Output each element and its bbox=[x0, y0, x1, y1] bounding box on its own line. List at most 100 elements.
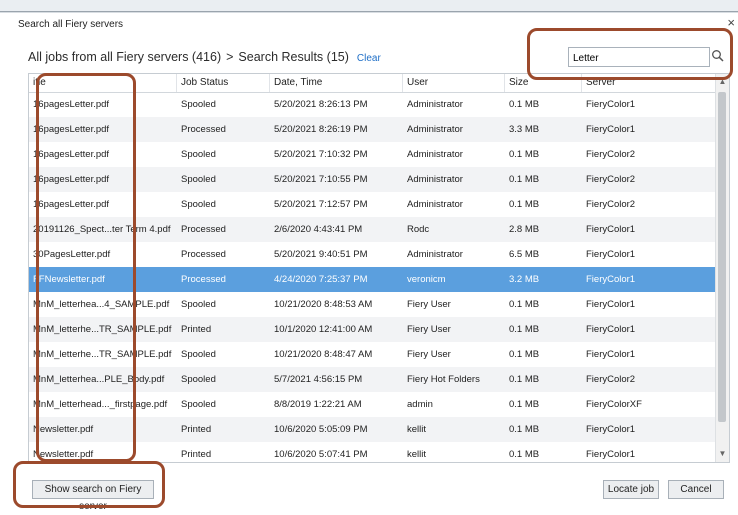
cell-job-status: Printed bbox=[181, 424, 212, 435]
breadcrumb: All jobs from all Fiery servers (416) > Se… bbox=[28, 50, 381, 64]
table-row[interactable]: MnM_letterhea...PLE_Body.pdf Spooled 5/7/2… bbox=[29, 367, 715, 392]
breadcrumb-root[interactable]: All jobs from all Fiery servers (416) bbox=[28, 50, 221, 64]
cell-size: 0.1 MB bbox=[509, 349, 540, 360]
scrollbar-thumb[interactable] bbox=[718, 92, 726, 422]
cell-user: Fiery User bbox=[407, 349, 451, 360]
cell-job-status: Processed bbox=[181, 224, 226, 235]
cell-size: 0.1 MB bbox=[509, 174, 540, 185]
cell-job-status: Printed bbox=[181, 449, 212, 460]
cell-job-status: Spooled bbox=[181, 99, 216, 110]
results-table: itle Job Status Date, Time User Size Ser… bbox=[28, 73, 730, 463]
cell-title: Newsletter.pdf bbox=[33, 424, 94, 435]
table-row[interactable]: 16pagesLetter.pdf Spooled 5/20/2021 7:12:5… bbox=[29, 192, 715, 217]
column-header-date-time[interactable]: Date, Time bbox=[270, 74, 403, 92]
locate-job-button[interactable]: Locate job bbox=[603, 480, 659, 499]
table-row[interactable]: Newsletter.pdf Printed 10/6/2020 5:07:41 P… bbox=[29, 442, 715, 462]
table-row[interactable]: 16pagesLetter.pdf Spooled 5/20/2021 8:26:1… bbox=[29, 92, 715, 117]
search-icon[interactable] bbox=[711, 49, 725, 63]
table-header: itle Job Status Date, Time User Size Ser… bbox=[29, 74, 715, 93]
search-field[interactable] bbox=[568, 47, 710, 67]
vertical-scrollbar[interactable]: ▲ ▼ bbox=[715, 74, 729, 462]
table-row[interactable]: MnM_letterhea...4_SAMPLE.pdf Spooled 10/21… bbox=[29, 292, 715, 317]
table-row[interactable]: FFNewsletter.pdf Processed 4/24/2020 7:25:… bbox=[29, 267, 715, 292]
cell-title: MnM_letterhea...4_SAMPLE.pdf bbox=[33, 299, 170, 310]
cell-user: kellit bbox=[407, 449, 427, 460]
cell-size: 0.1 MB bbox=[509, 449, 540, 460]
show-search-on-fiery-server-button[interactable]: Show search on Fiery server bbox=[32, 480, 154, 512]
scroll-up-icon[interactable]: ▲ bbox=[716, 76, 729, 88]
close-icon[interactable]: × bbox=[727, 16, 735, 29]
cell-server: FieryColor1 bbox=[586, 449, 636, 460]
cell-date-time: 5/7/2021 4:56:15 PM bbox=[274, 374, 363, 385]
cell-title: 16pagesLetter.pdf bbox=[33, 174, 110, 185]
table-row[interactable]: MnM_letterhead..._firstpage.pdf Spooled 8/… bbox=[29, 392, 715, 417]
breadcrumb-current: Search Results (15) bbox=[238, 50, 349, 64]
column-header-server[interactable]: Server bbox=[582, 74, 715, 92]
table-row[interactable]: 16pagesLetter.pdf Processed 5/20/2021 8:26… bbox=[29, 117, 715, 142]
cell-date-time: 5/20/2021 7:10:32 PM bbox=[274, 149, 368, 160]
cell-title: Newsletter.pdf bbox=[33, 449, 94, 460]
cell-user: Rodc bbox=[407, 224, 430, 235]
cell-title: MnM_letterhe...TR_SAMPLE.pdf bbox=[33, 349, 172, 360]
cell-user: Administrator bbox=[407, 149, 463, 160]
cell-date-time: 5/20/2021 8:26:19 PM bbox=[274, 124, 368, 135]
table-row[interactable]: Newsletter.pdf Printed 10/6/2020 5:05:09 P… bbox=[29, 417, 715, 442]
cell-date-time: 10/21/2020 8:48:47 AM bbox=[274, 349, 373, 360]
cell-size: 0.1 MB bbox=[509, 399, 540, 410]
cell-date-time: 10/6/2020 5:07:41 PM bbox=[274, 449, 368, 460]
cell-title: 20191126_Spect...ter Term 4.pdf bbox=[33, 224, 171, 235]
table-row[interactable]: 30PagesLetter.pdf Processed 5/20/2021 9:40… bbox=[29, 242, 715, 267]
cell-size: 0.1 MB bbox=[509, 424, 540, 435]
cell-user: Fiery User bbox=[407, 324, 451, 335]
cell-user: Administrator bbox=[407, 99, 463, 110]
cell-date-time: 10/6/2020 5:05:09 PM bbox=[274, 424, 368, 435]
cell-size: 0.1 MB bbox=[509, 374, 540, 385]
column-header-title[interactable]: itle bbox=[29, 74, 177, 92]
cell-job-status: Processed bbox=[181, 124, 226, 135]
cell-size: 2.8 MB bbox=[509, 224, 540, 235]
cell-size: 0.1 MB bbox=[509, 99, 540, 110]
cell-date-time: 8/8/2019 1:22:21 AM bbox=[274, 399, 362, 410]
table-row[interactable]: 16pagesLetter.pdf Spooled 5/20/2021 7:10:5… bbox=[29, 167, 715, 192]
cell-job-status: Spooled bbox=[181, 349, 216, 360]
cell-user: veronicm bbox=[407, 274, 446, 285]
cell-server: FieryColor1 bbox=[586, 424, 636, 435]
cell-title: MnM_letterhead..._firstpage.pdf bbox=[33, 399, 168, 410]
cell-job-status: Printed bbox=[181, 324, 212, 335]
clear-search-link[interactable]: Clear bbox=[357, 53, 381, 64]
cell-server: FieryColor1 bbox=[586, 224, 636, 235]
cell-title: 16pagesLetter.pdf bbox=[33, 124, 110, 135]
cell-size: 0.1 MB bbox=[509, 149, 540, 160]
cancel-button[interactable]: Cancel bbox=[668, 480, 724, 499]
cell-user: kellit bbox=[407, 424, 427, 435]
cell-title: 30PagesLetter.pdf bbox=[33, 249, 111, 260]
table-row[interactable]: 16pagesLetter.pdf Spooled 5/20/2021 7:10:3… bbox=[29, 142, 715, 167]
cell-date-time: 2/6/2020 4:43:41 PM bbox=[274, 224, 363, 235]
cell-job-status: Spooled bbox=[181, 299, 216, 310]
cell-size: 6.5 MB bbox=[509, 249, 540, 260]
dialog-title: Search all Fiery servers bbox=[18, 19, 124, 30]
cell-server: FieryColor1 bbox=[586, 324, 636, 335]
breadcrumb-separator: > bbox=[226, 50, 234, 64]
cell-title: 16pagesLetter.pdf bbox=[33, 149, 110, 160]
column-header-job-status[interactable]: Job Status bbox=[177, 74, 270, 92]
cell-date-time: 10/21/2020 8:48:53 AM bbox=[274, 299, 373, 310]
cell-user: Administrator bbox=[407, 124, 463, 135]
table-row[interactable]: MnM_letterhe...TR_SAMPLE.pdf Printed 10/1/… bbox=[29, 317, 715, 342]
column-header-user[interactable]: User bbox=[403, 74, 505, 92]
cell-title: 16pagesLetter.pdf bbox=[33, 99, 110, 110]
cell-server: FieryColor2 bbox=[586, 149, 636, 160]
scroll-down-icon[interactable]: ▼ bbox=[716, 448, 729, 460]
window-frame-divider bbox=[0, 11, 738, 12]
search-input[interactable] bbox=[569, 50, 695, 67]
cell-date-time: 4/24/2020 7:25:37 PM bbox=[274, 274, 368, 285]
column-header-size[interactable]: Size bbox=[505, 74, 582, 92]
cell-user: Administrator bbox=[407, 249, 463, 260]
table-row[interactable]: 20191126_Spect...ter Term 4.pdf Processed… bbox=[29, 217, 715, 242]
table-row[interactable]: MnM_letterhe...TR_SAMPLE.pdf Spooled 10/21… bbox=[29, 342, 715, 367]
cell-server: FieryColor2 bbox=[586, 199, 636, 210]
cell-title: 16pagesLetter.pdf bbox=[33, 199, 110, 210]
cell-job-status: Spooled bbox=[181, 374, 216, 385]
cell-user: Fiery Hot Folders bbox=[407, 374, 480, 385]
cell-server: FieryColor1 bbox=[586, 299, 636, 310]
